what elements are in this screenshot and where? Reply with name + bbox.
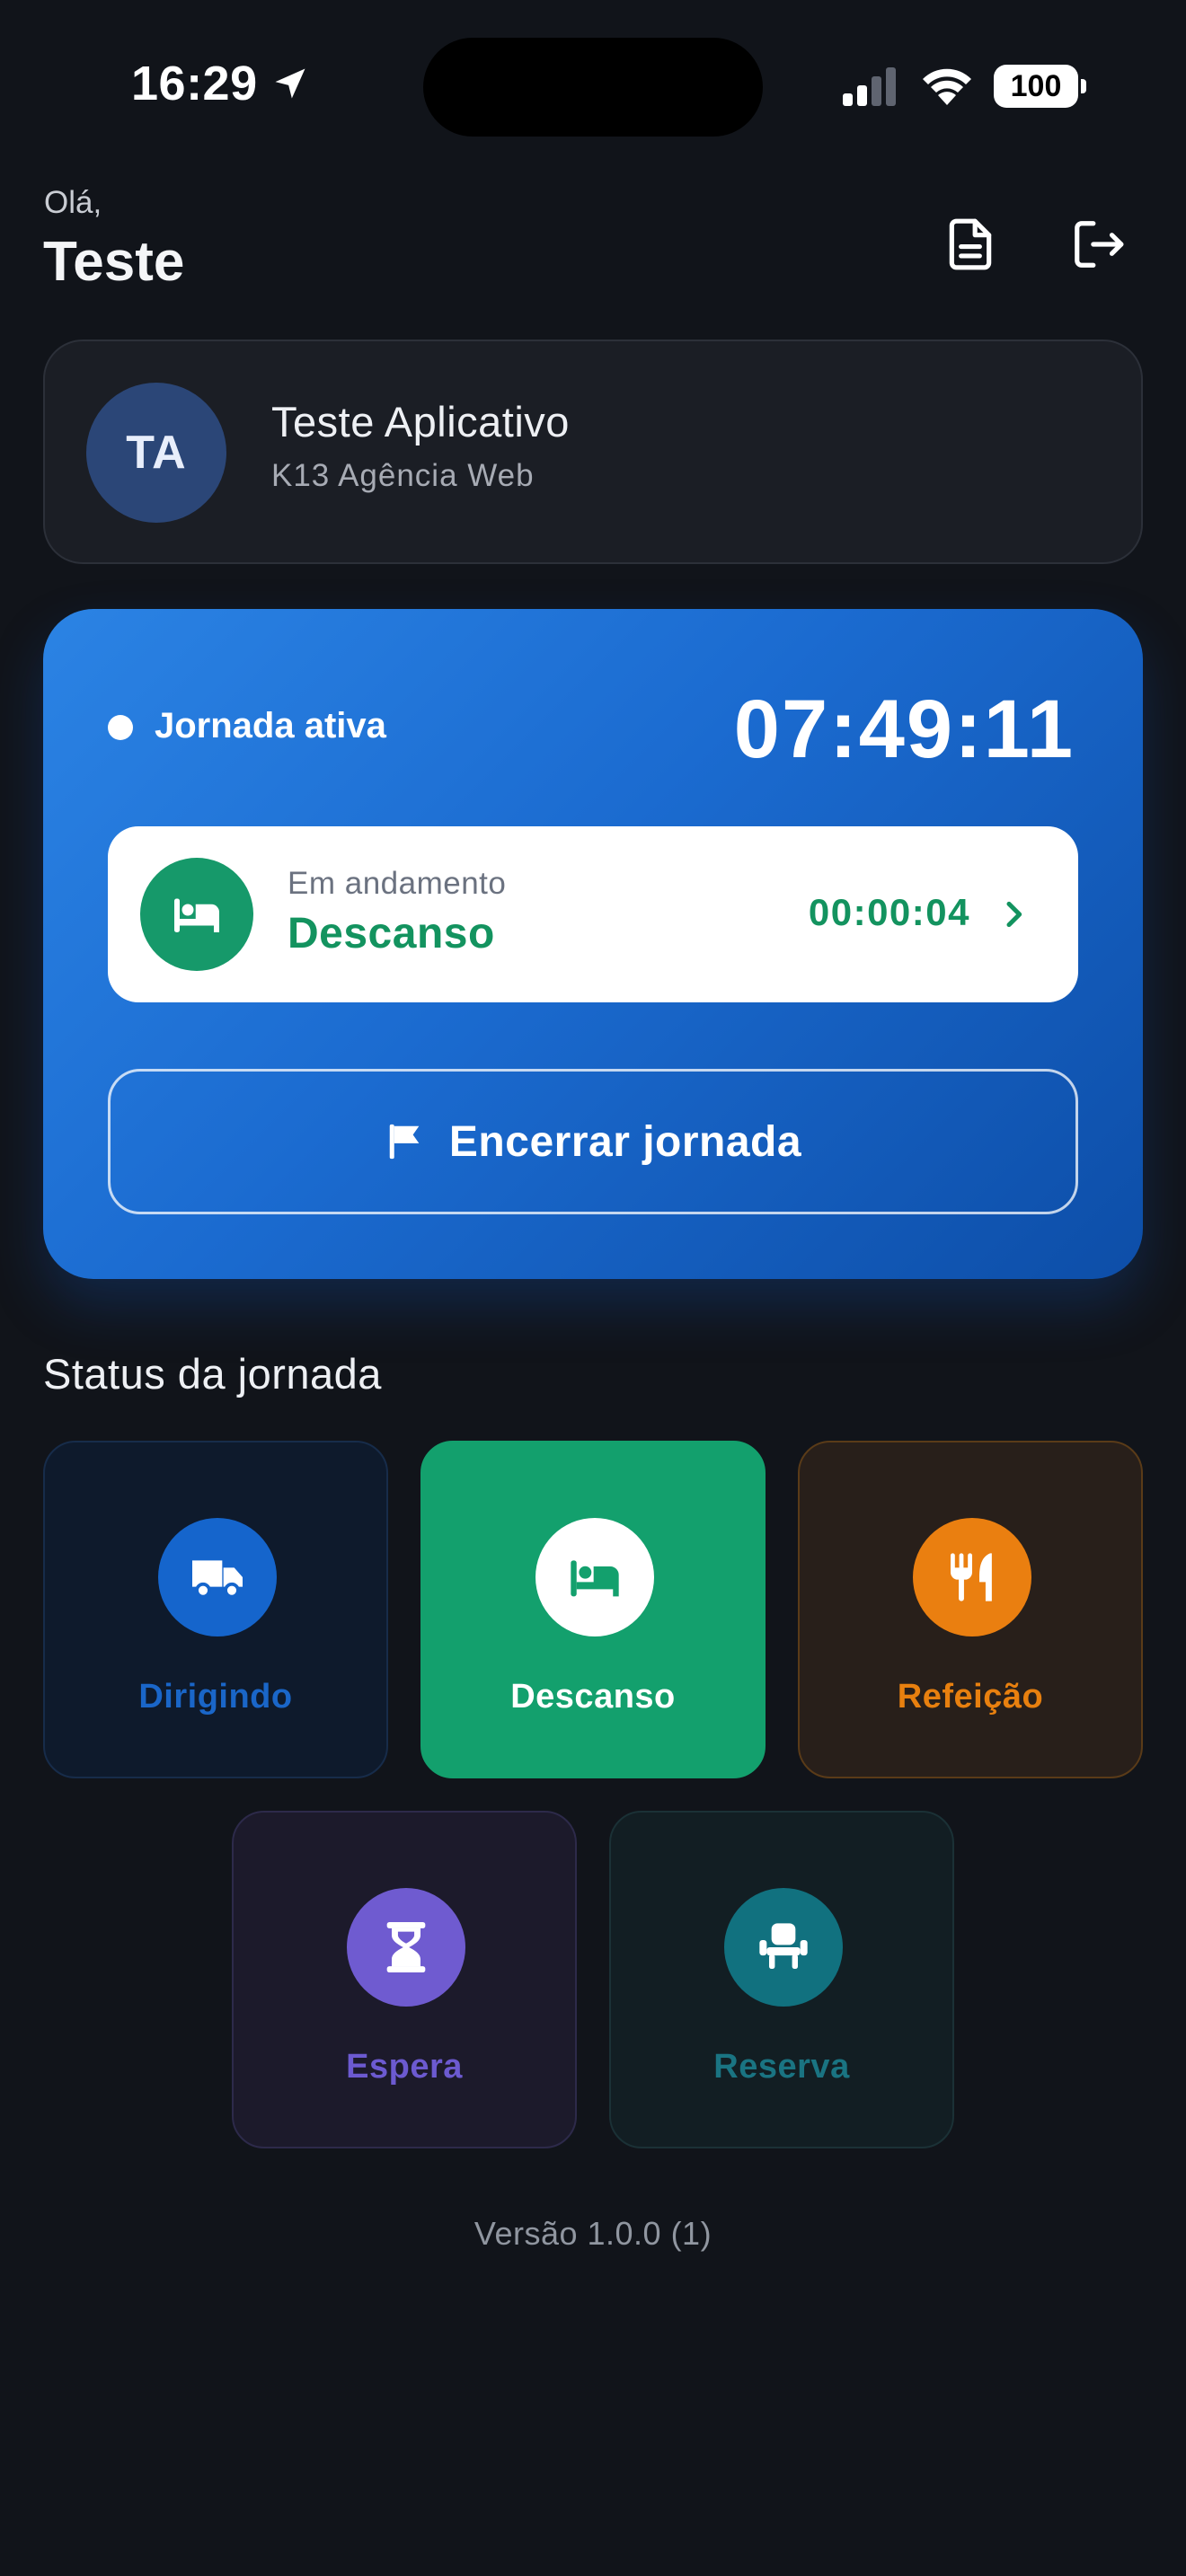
status-tile-espera[interactable]: Espera bbox=[232, 1811, 577, 2148]
logout-button[interactable] bbox=[1062, 208, 1134, 280]
documents-button[interactable] bbox=[934, 208, 1006, 280]
seat-icon bbox=[759, 1923, 808, 1969]
greeting-text: Olá, bbox=[44, 185, 102, 220]
flag-icon bbox=[389, 1124, 420, 1160]
status-icon-circle bbox=[913, 1518, 1031, 1636]
bed-icon bbox=[571, 1560, 619, 1597]
chevron-right-icon bbox=[1006, 901, 1022, 928]
status-label-refeicao: Refeição bbox=[897, 1678, 1044, 1716]
status-icon-circle bbox=[347, 1888, 465, 2007]
utensils-icon bbox=[951, 1553, 992, 1601]
cellular-signal-icon bbox=[843, 67, 896, 106]
status-icon-circle bbox=[724, 1888, 843, 2007]
status-tile-refeicao[interactable]: Refeição bbox=[798, 1441, 1143, 1778]
journey-timer: 07:49:11 bbox=[733, 684, 1075, 775]
profile-name: Teste Aplicativo bbox=[271, 398, 570, 446]
user-first-name: Teste bbox=[43, 231, 185, 293]
status-tile-reserva[interactable]: Reserva bbox=[609, 1811, 954, 2148]
journey-card: Jornada ativa 07:49:11 Em andamento Desc… bbox=[43, 609, 1143, 1279]
status-indicators: 100 bbox=[841, 65, 1086, 108]
hourglass-icon bbox=[386, 1922, 426, 1972]
document-icon bbox=[949, 218, 992, 270]
status-tile-descanso[interactable]: Descanso bbox=[420, 1441, 766, 1778]
app-version: Versão 1.0.0 (1) bbox=[474, 2215, 712, 2252]
profile-card: TA Teste Aplicativo K13 Agência Web bbox=[43, 340, 1143, 564]
profile-company: K13 Agência Web bbox=[271, 458, 535, 493]
avatar: TA bbox=[86, 383, 226, 523]
current-status-card[interactable]: Em andamento Descanso 00:00:04 bbox=[108, 826, 1078, 1002]
truck-icon bbox=[192, 1560, 243, 1599]
status-label-descanso: Descanso bbox=[510, 1678, 676, 1716]
status-icon-circle bbox=[158, 1518, 277, 1636]
end-journey-label: Encerrar jornada bbox=[448, 1117, 802, 1166]
status-section-title: Status da jornada bbox=[43, 1350, 382, 1398]
current-status-caption: Em andamento bbox=[288, 866, 507, 901]
status-icon-circle bbox=[535, 1518, 654, 1636]
bed-icon bbox=[174, 898, 219, 932]
end-journey-button[interactable]: Encerrar jornada bbox=[108, 1069, 1078, 1214]
location-arrow-icon bbox=[275, 68, 305, 99]
status-label-reserva: Reserva bbox=[713, 2048, 850, 2086]
current-status-label: Descanso bbox=[288, 910, 495, 957]
avatar-initials: TA bbox=[126, 427, 187, 479]
status-bar: 16:29 100 bbox=[0, 0, 1186, 171]
current-status-timer: 00:00:04 bbox=[808, 891, 970, 933]
status-tile-dirigindo[interactable]: Dirigindo bbox=[43, 1441, 388, 1778]
battery-indicator: 100 bbox=[994, 65, 1086, 108]
clock-text: 16:29 bbox=[131, 57, 258, 110]
wifi-icon bbox=[923, 68, 971, 105]
active-indicator-dot bbox=[108, 715, 133, 740]
status-time: 16:29 bbox=[131, 56, 310, 111]
battery-level: 100 bbox=[1010, 68, 1062, 103]
status-label-espera: Espera bbox=[346, 2048, 463, 2086]
journey-active-label: Jornada ativa bbox=[155, 706, 386, 745]
dynamic-island bbox=[423, 38, 763, 137]
status-label-dirigindo: Dirigindo bbox=[138, 1678, 293, 1716]
app-screen: 16:29 100 Olá, Teste TA Teste Aplicativo… bbox=[0, 0, 1186, 2576]
logout-icon bbox=[1075, 221, 1124, 268]
current-status-icon bbox=[140, 858, 253, 971]
